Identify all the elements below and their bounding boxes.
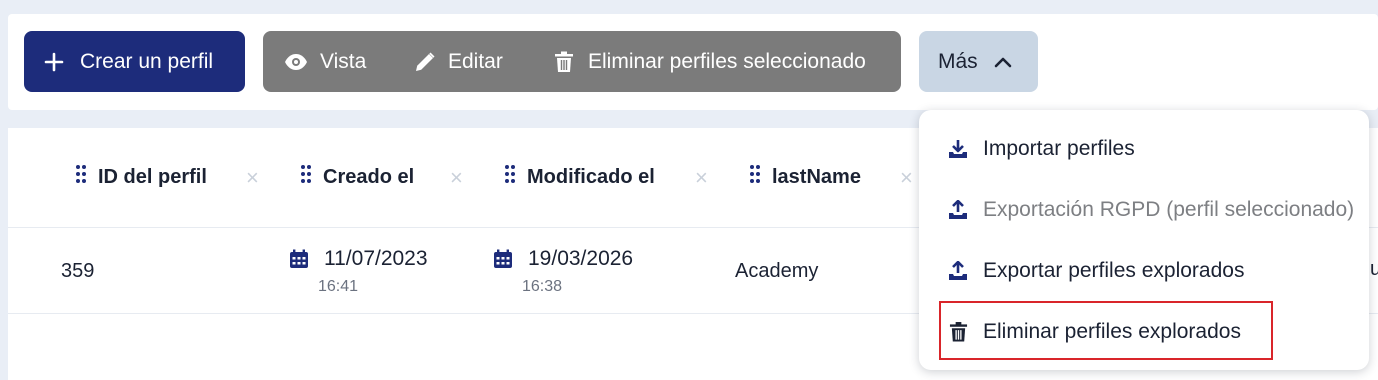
drag-handle-icon[interactable] [76,165,86,189]
created-date: 11/07/2023 [324,247,428,270]
menu-item-import-profiles[interactable]: Importar perfiles [947,134,1135,164]
more-label: Más [938,49,978,73]
menu-item-delete-explored-profiles[interactable]: Eliminar perfiles explorados [947,317,1241,347]
menu-item-export-profiles[interactable]: Exportar perfiles explorados [947,256,1244,286]
column-header-label: Creado el [323,165,415,188]
more-menu: Importar perfiles Exportación RGPD (perf… [919,110,1369,370]
modified-time: 16:38 [522,278,563,295]
column-header-lastname[interactable]: lastName [750,165,861,189]
column-header-label: Modificado el [527,165,655,188]
close-icon[interactable]: × [246,167,259,189]
menu-item-label: Importar perfiles [983,137,1135,160]
trash-icon [947,321,969,343]
menu-item-label: Eliminar perfiles explorados [983,320,1241,343]
lastname-cell: Academy [735,260,819,282]
pencil-icon [414,51,436,73]
trash-icon [554,51,574,73]
selection-actions-group: Vista Editar Eliminar perfiles seleccion… [263,31,901,92]
toolbar: Crear un perfil Vista Editar Eliminar pe… [8,14,1378,110]
overflow-cell-text: u [1370,258,1378,280]
menu-item-label: Exportar perfiles explorados [983,259,1245,282]
upload-tray-icon [947,200,969,220]
download-tray-icon [947,139,969,159]
delete-selected-button[interactable]: Eliminar perfiles seleccionado [554,31,866,92]
column-header-created[interactable]: Creado el [301,165,414,189]
column-header-profile-id[interactable]: ID del perfil [76,165,207,189]
menu-item-gdpr-export[interactable]: Exportación RGPD (perfil seleccionado) [947,195,1354,225]
modified-date: 19/03/2026 [528,247,634,270]
more-button[interactable]: Más [919,31,1038,92]
view-button[interactable]: Vista [284,31,366,92]
column-header-label: ID del perfil [98,165,207,188]
plus-icon [44,52,64,72]
calendar-icon [493,249,513,274]
create-profile-button[interactable]: Crear un perfil [24,31,245,92]
menu-item-label: Exportación RGPD (perfil seleccionado) [983,198,1355,221]
view-label: Vista [320,49,367,73]
column-header-label: lastName [772,165,861,188]
drag-handle-icon[interactable] [301,165,311,189]
edit-label: Editar [448,49,503,73]
upload-tray-icon [947,261,969,281]
created-time: 16:41 [318,278,359,295]
calendar-icon [289,249,309,274]
close-icon[interactable]: × [450,167,463,189]
drag-handle-icon[interactable] [505,165,515,189]
eye-icon [284,53,308,71]
edit-button[interactable]: Editar [414,31,503,92]
create-profile-label: Crear un perfil [80,49,214,73]
close-icon[interactable]: × [900,167,913,189]
chevron-up-icon [994,56,1012,68]
drag-handle-icon[interactable] [750,165,760,189]
profile-id-cell: 359 [61,260,95,282]
close-icon[interactable]: × [695,167,708,189]
delete-selected-label: Eliminar perfiles seleccionado [588,49,866,73]
column-header-modified[interactable]: Modificado el [505,165,655,189]
